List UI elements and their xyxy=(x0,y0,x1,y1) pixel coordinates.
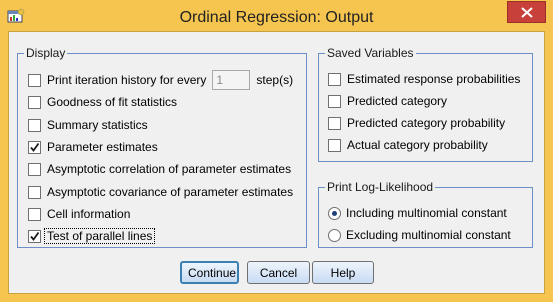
predicted-category-option[interactable]: Predicted category xyxy=(328,91,447,111)
parameter-estimates-option[interactable]: Parameter estimates xyxy=(28,137,158,157)
cell-information-option[interactable]: Cell information xyxy=(28,204,130,224)
predicted-category-probability-option[interactable]: Predicted category probability xyxy=(328,113,505,133)
option-label: Asymptotic covariance of parameter estim… xyxy=(47,185,294,199)
option-label: Including multinomial constant xyxy=(346,206,507,220)
option-label: Goodness of fit statistics xyxy=(47,95,178,109)
option-label: Predicted category probability xyxy=(347,116,506,130)
close-icon xyxy=(521,7,533,18)
option-label: Cell information xyxy=(47,207,131,221)
test-of-parallel-lines-option[interactable]: Test of parallel lines xyxy=(28,226,156,246)
checkbox[interactable] xyxy=(328,72,341,86)
checkbox[interactable] xyxy=(28,95,41,109)
checkbox[interactable] xyxy=(28,229,41,243)
log-likelihood-group: Print Log-Likelihood Including multinomi… xyxy=(318,180,533,248)
option-label: Actual category probability xyxy=(347,138,488,152)
help-button[interactable]: Help xyxy=(312,261,374,284)
goodness-of-fit-option[interactable]: Goodness of fit statistics xyxy=(28,92,177,112)
option-label: Summary statistics xyxy=(47,118,148,132)
asymptotic-correlation-option[interactable]: Asymptotic correlation of parameter esti… xyxy=(28,159,291,179)
option-label: Predicted category xyxy=(347,94,448,108)
excluding-multinomial-constant-option[interactable]: Excluding multinomial constant xyxy=(328,225,511,245)
option-label: Asymptotic correlation of parameter esti… xyxy=(47,162,292,176)
checkbox[interactable] xyxy=(28,73,41,87)
checkmark-icon xyxy=(30,142,40,152)
including-multinomial-constant-option[interactable]: Including multinomial constant xyxy=(328,203,507,223)
checkmark-icon xyxy=(30,231,40,241)
checkbox[interactable] xyxy=(328,116,341,130)
steps-suffix: step(s) xyxy=(256,73,294,87)
radio-button[interactable] xyxy=(328,228,341,242)
option-label: Print iteration history for every xyxy=(47,73,207,87)
saved-variables-legend: Saved Variables xyxy=(325,46,416,60)
estimated-response-probabilities-option[interactable]: Estimated response probabilities xyxy=(328,69,520,89)
iteration-steps-input[interactable] xyxy=(212,70,251,90)
checkbox[interactable] xyxy=(28,207,41,221)
option-label: Parameter estimates xyxy=(47,140,158,154)
display-group: Display Print iteration history for ever… xyxy=(17,46,307,248)
radio-selected-dot xyxy=(332,210,337,216)
option-label: Estimated response probabilities xyxy=(347,72,521,86)
summary-statistics-option[interactable]: Summary statistics xyxy=(28,115,148,135)
checkbox[interactable] xyxy=(328,138,341,152)
checkbox[interactable] xyxy=(28,162,41,176)
dialog-body: Display Print iteration history for ever… xyxy=(8,31,545,294)
continue-button[interactable]: Continue xyxy=(180,261,239,284)
cancel-button[interactable]: Cancel xyxy=(247,261,310,284)
checkbox[interactable] xyxy=(28,118,41,132)
radio-button[interactable] xyxy=(328,206,341,220)
dialog-window: Ordinal Regression: Output Display Print… xyxy=(0,0,553,302)
checkbox[interactable] xyxy=(28,185,41,199)
display-legend: Display xyxy=(24,46,68,60)
log-likelihood-legend: Print Log-Likelihood xyxy=(325,180,436,194)
saved-variables-group: Saved Variables Estimated response proba… xyxy=(318,46,533,162)
asymptotic-covariance-option[interactable]: Asymptotic covariance of parameter estim… xyxy=(28,182,293,202)
print-iteration-history-option[interactable]: Print iteration history for every step(s… xyxy=(28,70,293,90)
checkbox[interactable] xyxy=(328,94,341,108)
close-button[interactable] xyxy=(507,1,546,23)
option-label: Test of parallel lines xyxy=(44,228,156,244)
checkbox[interactable] xyxy=(28,140,41,154)
option-label: Excluding multinomial constant xyxy=(346,228,511,242)
actual-category-probability-option[interactable]: Actual category probability xyxy=(328,135,488,155)
